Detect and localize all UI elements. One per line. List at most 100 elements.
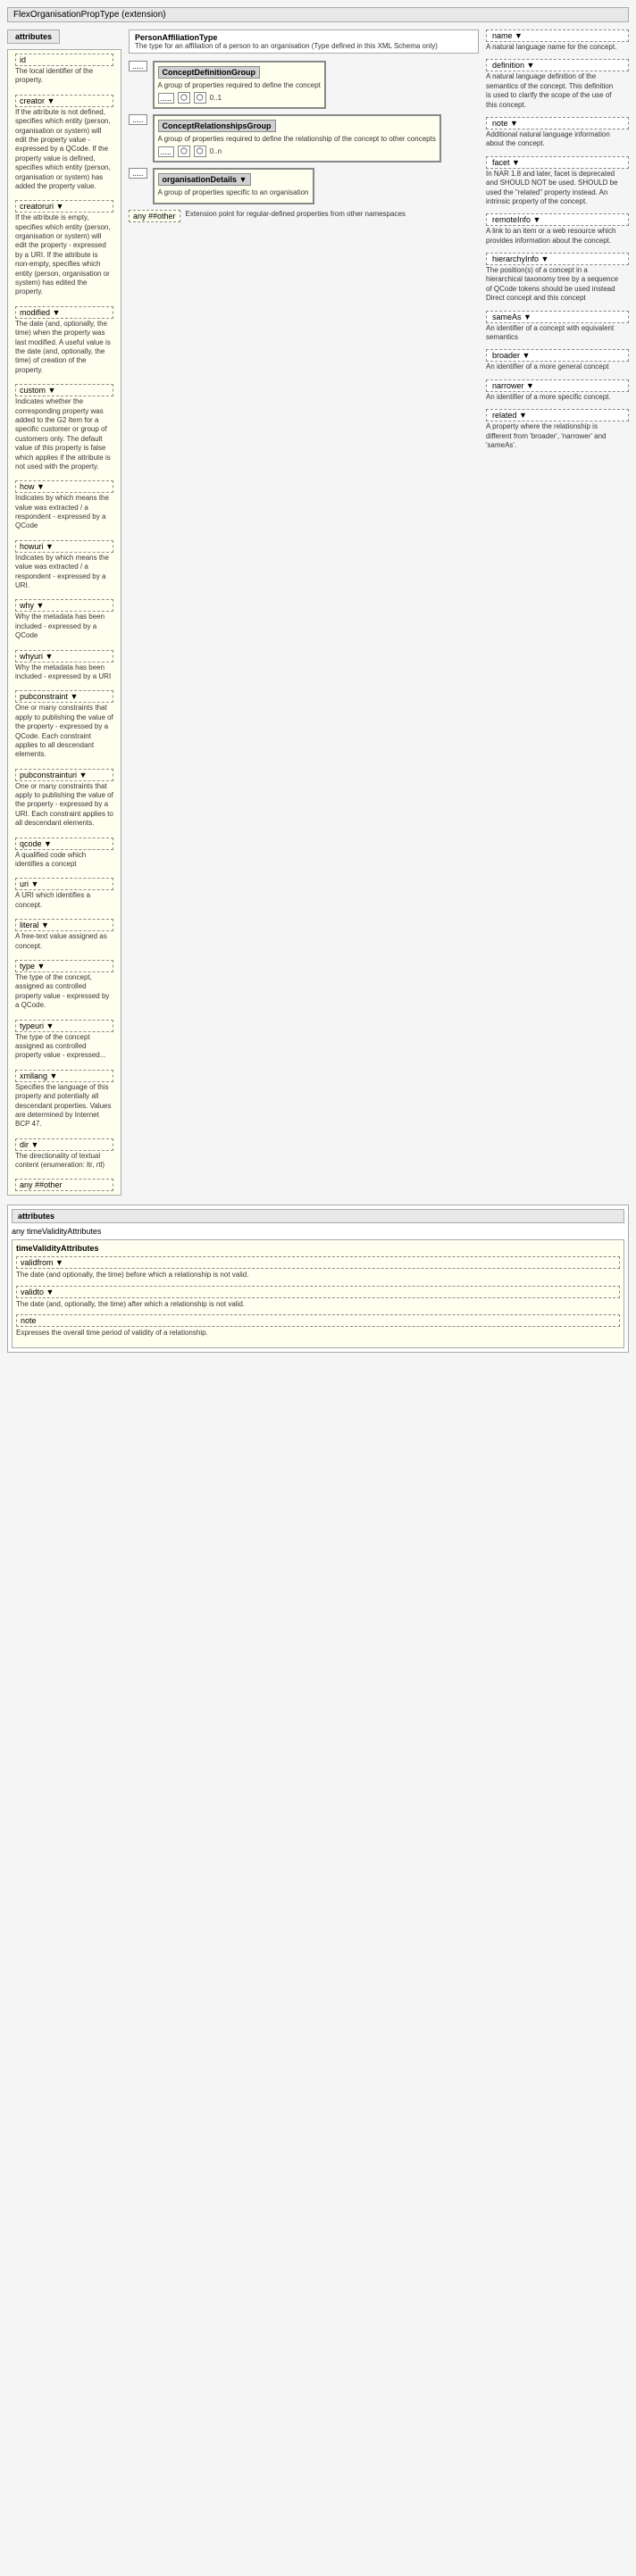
conn-inner-box-3: ⬡ [178,146,190,157]
attr-desc: The date (and, optionally, the time) whe… [15,320,113,375]
top-section: attributes idThe local identifier of the… [7,29,629,1196]
attr-desc: One or many constraints that apply to pu… [15,782,113,829]
group-container: ..... ConceptDefinitionGroup A group of … [129,61,479,222]
attr-item: idThe local identifier of the property. [15,54,113,86]
concept-def-group-title: ConceptDefinitionGroup [158,66,261,79]
diagram-title: FlexOrganisationPropType (extension) [7,7,629,22]
bottom-attributes-header: attributes [12,1209,624,1223]
attr-name: uri ▼ [15,878,113,890]
concept-rel-group-title: ConceptRelationshipsGroup [158,120,276,132]
attr-name: creatoruri ▼ [15,200,113,213]
right-item-name: note ▼ [486,117,629,129]
attr-name: whyuri ▼ [15,650,113,663]
right-item-name: related ▼ [486,409,629,421]
attr-item: pubconstrainturi ▼One or many constraint… [15,769,113,829]
time-validity-box: timeValidityAttributes validfrom ▼ The da… [12,1239,624,1347]
right-concept-item: facet ▼In NAR 1.8 and later, facet is de… [486,156,629,207]
org-details-row: ..... organisationDetails ▼ A group of p… [129,168,479,204]
right-item-desc: An identifier of a more general concept [486,363,620,371]
right-item-desc: In NAR 1.8 and later, facet is deprecate… [486,170,620,207]
concept-rel-group-box: ConceptRelationshipsGroup A group of pro… [153,114,441,163]
right-concept-item: narrower ▼An identifier of a more specif… [486,379,629,402]
attr-desc: If the attribute is not defined, specifi… [15,108,113,192]
org-details-title: organisationDetails ▼ [158,173,252,186]
any-other-row: any ##other Extension point for regular-… [129,210,479,222]
tv-attr-name: validto ▼ [16,1286,620,1298]
right-item-desc: An identifier of a more specific concept… [486,393,620,402]
concept-def-group-box: ConceptDefinitionGroup A group of proper… [153,61,326,109]
right-item-name: name ▼ [486,29,629,42]
attr-item: qcode ▼A qualified code which identifies… [15,838,113,870]
attr-item: whyuri ▼Why the metadata has been includ… [15,650,113,682]
attr-desc: The type of the concept assigned as cont… [15,1033,113,1061]
attr-name: any ##other [15,1179,113,1191]
center-area: PersonAffiliationType The type for an af… [129,29,479,222]
attr-name: how ▼ [15,480,113,493]
attr-desc: Indicates by which means the value was e… [15,494,113,531]
any-other-label: any ##other [129,210,180,222]
conn-inner-box-1: ⬡ [178,92,190,104]
right-item-name: facet ▼ [486,156,629,169]
right-item-desc: A natural language name for the concept. [486,43,620,52]
attr-desc: A qualified code which identifies a conc… [15,851,113,870]
attr-item: custom ▼Indicates whether the correspond… [15,384,113,471]
attr-name: id [15,54,113,66]
attr-name: modified ▼ [15,306,113,319]
right-item-name: remoteInfo ▼ [486,213,629,226]
conn-inner-3: ..... [158,146,175,157]
org-details-box: organisationDetails ▼ A group of propert… [153,168,314,204]
tv-attr-item: noteExpresses the overall time period of… [16,1314,620,1338]
attr-name: qcode ▼ [15,838,113,850]
conn-inner-1: ..... [158,93,175,104]
right-item-desc: The position(s) of a concept in a hierar… [486,266,620,304]
concept-rel-group-row: ..... ⬡ ⬡ 0..n [158,146,436,157]
person-aff-type-box: PersonAffiliationType The type for an af… [129,29,479,54]
attr-desc: If the attribute is empty, specifies whi… [15,213,113,297]
attr-desc: Why the metadata has been included - exp… [15,663,113,682]
right-concept-item: remoteInfo ▼A link to an item or a web r… [486,213,629,246]
right-item-desc: A property where the relationship is dif… [486,422,620,450]
attr-name: why ▼ [15,599,113,612]
right-concept-item: note ▼Additional natural language inform… [486,117,629,149]
attr-desc: A free-text value assigned as concept. [15,932,113,951]
any-other-desc: Extension point for regular-defined prop… [186,210,406,218]
right-item-name: definition ▼ [486,59,629,71]
attr-item: dir ▼The directionality of textual conte… [15,1138,113,1171]
tv-attr-name: validfrom ▼ [16,1256,620,1269]
right-item-desc: A link to an item or a web resource whic… [486,227,620,246]
attr-desc: A URI which identifies a concept. [15,891,113,910]
attr-name: pubconstrainturi ▼ [15,769,113,781]
right-item-name: hierarchyInfo ▼ [486,253,629,265]
conn-symbol-3: ..... [129,168,147,179]
person-aff-type-desc: The type for an affiliation of a person … [135,42,473,50]
right-concept-item: sameAs ▼An identifier of a concept with … [486,311,629,343]
right-item-desc: Additional natural language information … [486,130,620,149]
conn-inner-box-4: ⬡ [194,146,206,157]
attr-item: how ▼Indicates by which means the value … [15,480,113,531]
right-item-name: narrower ▼ [486,379,629,392]
attr-name: type ▼ [15,960,113,972]
bottom-section: attributes any timeValidityAttributes ti… [7,1205,629,1352]
attr-list: idThe local identifier of the property. c… [7,49,121,1196]
attr-item: creator ▼If the attribute is not defined… [15,95,113,192]
right-concept-item: name ▼A natural language name for the co… [486,29,629,52]
attributes-header: attributes [7,29,60,44]
tv-attr-item: validto ▼ The date (and, optionally, the … [16,1286,620,1309]
right-item-desc: A natural language definition of the sem… [486,72,620,110]
right-concept-item: hierarchyInfo ▼The position(s) of a conc… [486,253,629,304]
attr-desc: The directionality of textual content (e… [15,1152,113,1171]
right-item-desc: An identifier of a concept with equivale… [486,324,620,343]
attr-item: any ##other [15,1179,113,1191]
attr-item: howuri ▼Indicates by which means the val… [15,540,113,591]
attr-item: typeuri ▼The type of the concept assigne… [15,1020,113,1061]
attr-item: literal ▼A free-text value assigned as c… [15,919,113,951]
tv-attr-desc: The date (and, optionally, the time) aft… [16,1300,620,1309]
attr-item: uri ▼A URI which identifies a concept. [15,878,113,910]
right-concept-item: broader ▼An identifier of a more general… [486,349,629,371]
time-validity-title: timeValidityAttributes [16,1244,620,1253]
attr-desc: The local identifier of the property. [15,67,113,86]
attr-name: pubconstraint ▼ [15,690,113,703]
attr-item: pubconstraint ▼One or many constraints t… [15,690,113,759]
attr-name: dir ▼ [15,1138,113,1151]
person-aff-type-name: PersonAffiliationType [135,33,473,42]
